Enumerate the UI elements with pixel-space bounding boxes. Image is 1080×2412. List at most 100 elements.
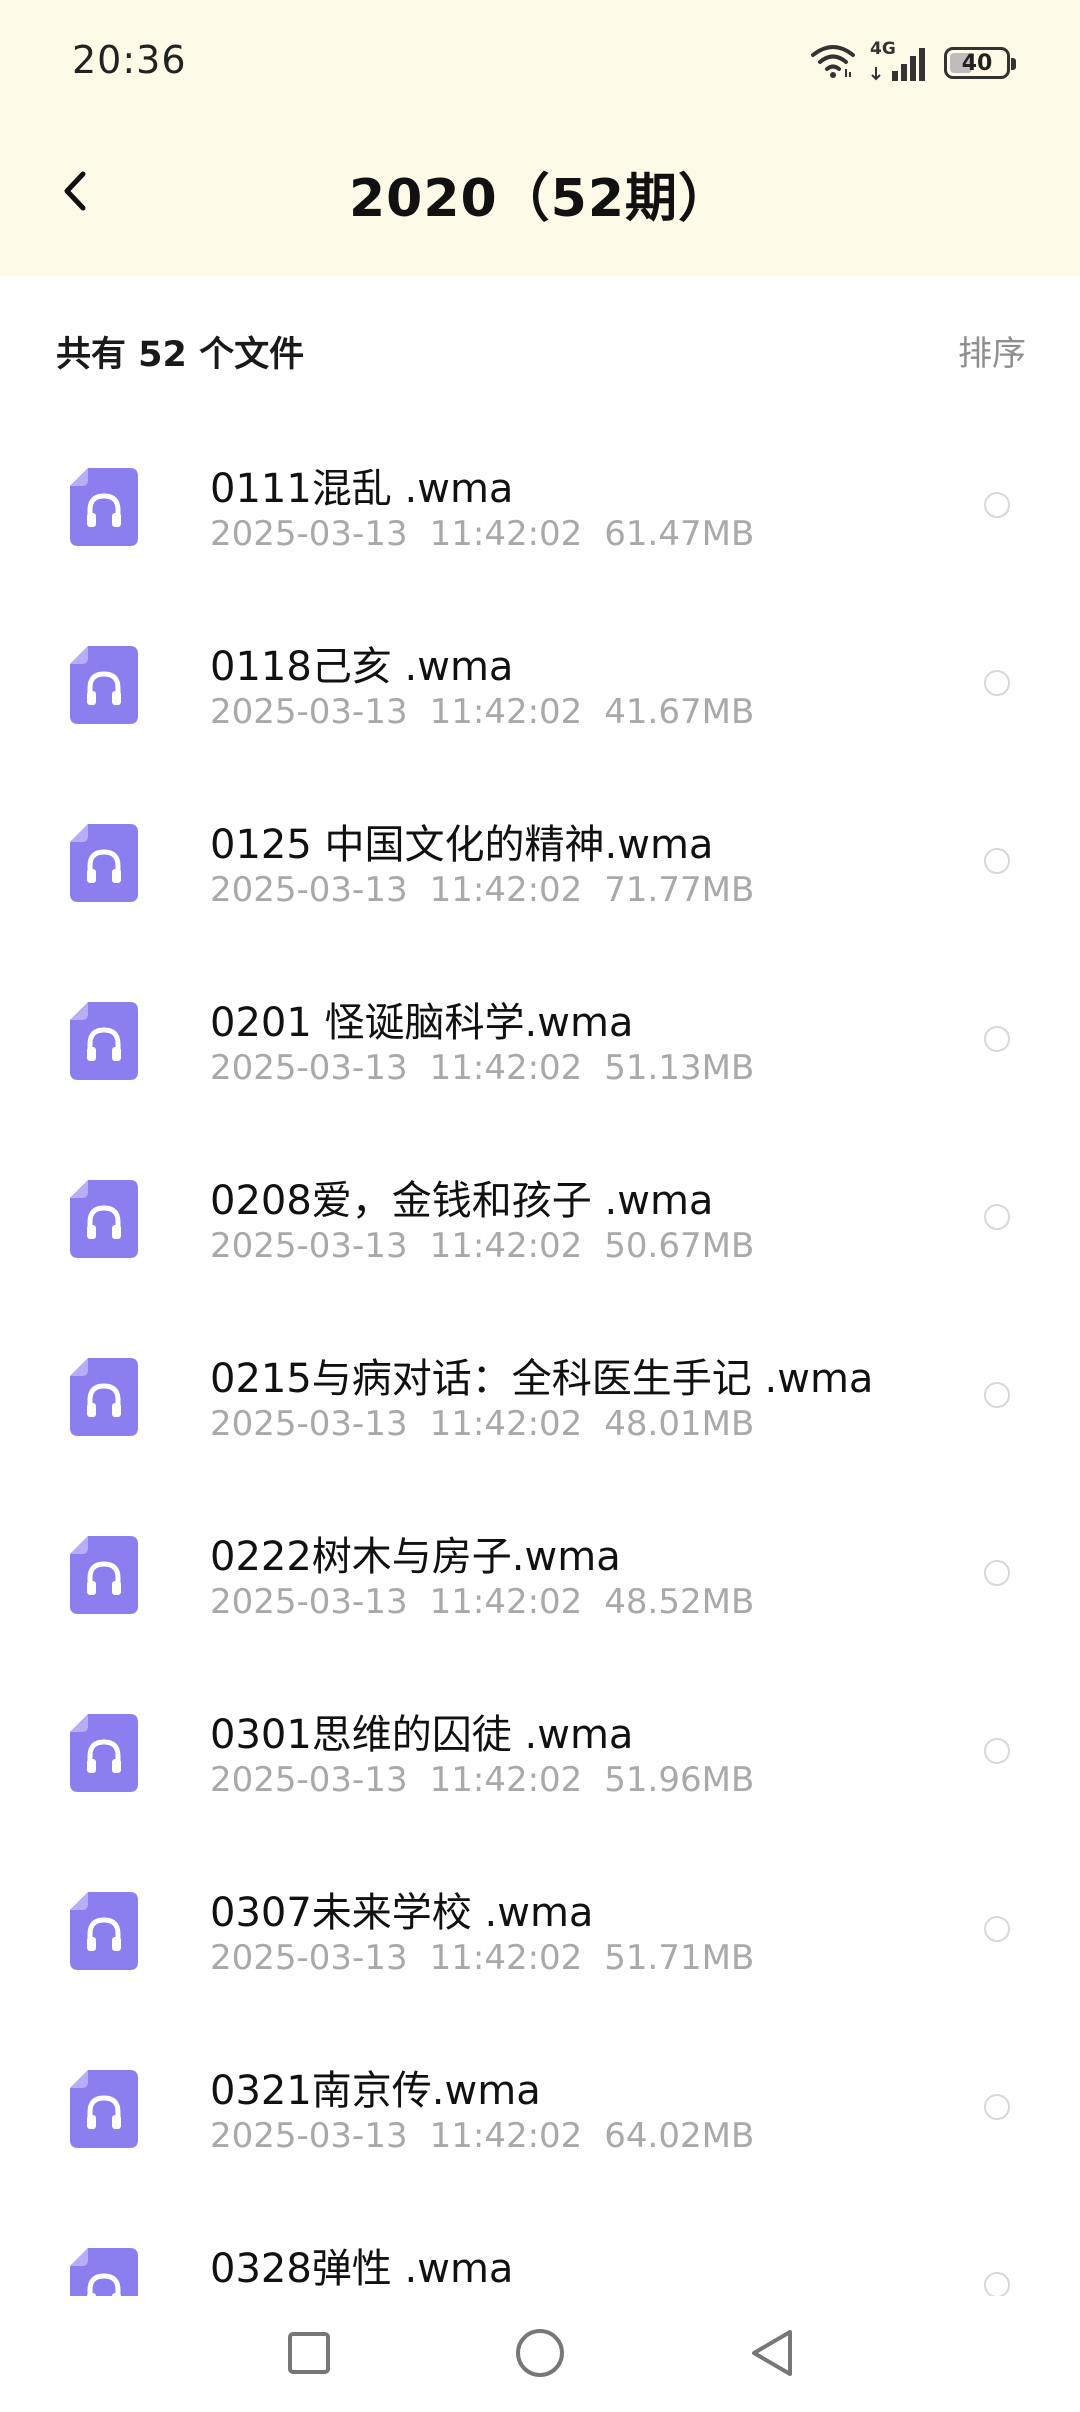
file-meta: 2025-03-13 11:42:02 41.67MB bbox=[210, 692, 754, 732]
select-radio[interactable] bbox=[984, 1738, 1010, 1764]
file-list-item[interactable]: 0111混乱 .wma 2025-03-13 11:42:02 61.47MB bbox=[0, 416, 1080, 594]
file-meta: 2025-03-13 11:42:02 48.52MB bbox=[210, 1582, 754, 1622]
select-radio[interactable] bbox=[984, 1204, 1010, 1230]
file-size: 41.67MB bbox=[604, 692, 755, 732]
file-date: 2025-03-13 bbox=[210, 1404, 408, 1444]
page-title: 2020（52期） bbox=[348, 169, 732, 229]
file-name: 0215与病对话：全科医生手记 .wma bbox=[210, 1356, 874, 1402]
file-time: 11:42:02 bbox=[429, 1582, 583, 1622]
navigation-bar bbox=[0, 2296, 1080, 2412]
title-bar: 2020（52期） bbox=[0, 126, 1080, 256]
file-name: 0208爱，金钱和孩子 .wma bbox=[210, 1178, 714, 1224]
file-list-item[interactable]: 0208爱，金钱和孩子 .wma 2025-03-13 11:42:02 50.67M… bbox=[0, 1128, 1080, 1306]
file-meta: 2025-03-13 11:42:02 51.13MB bbox=[210, 1048, 754, 1088]
file-size: 51.13MB bbox=[604, 1048, 755, 1088]
file-date: 2025-03-13 bbox=[210, 1938, 408, 1978]
status-time: 20:36 bbox=[72, 38, 187, 82]
file-name: 0328弹性 .wma bbox=[210, 2246, 514, 2292]
file-size: 48.01MB bbox=[604, 1404, 755, 1444]
file-list-item[interactable]: 0201 怪诞脑科学.wma 2025-03-13 11:42:02 51.13MB bbox=[0, 950, 1080, 1128]
file-name: 0321南京传.wma bbox=[210, 2068, 541, 2114]
audio-file-icon bbox=[70, 824, 138, 902]
file-date: 2025-03-13 bbox=[210, 692, 408, 732]
circle-icon bbox=[516, 2329, 564, 2377]
file-time: 11:42:02 bbox=[429, 1760, 583, 1800]
wifi-icon bbox=[810, 43, 856, 83]
select-radio[interactable] bbox=[984, 1560, 1010, 1586]
file-time: 11:42:02 bbox=[429, 1226, 583, 1266]
file-name: 0222树木与房子.wma bbox=[210, 1534, 621, 1580]
file-name: 0307未来学校 .wma bbox=[210, 1890, 594, 1936]
recents-button[interactable] bbox=[274, 2318, 344, 2388]
select-radio[interactable] bbox=[984, 1382, 1010, 1408]
summary-row: 共有 52 个文件 排序 bbox=[0, 276, 1080, 416]
file-date: 2025-03-13 bbox=[210, 1760, 408, 1800]
audio-file-icon bbox=[70, 1180, 138, 1258]
file-list-item[interactable]: 0125 中国文化的精神.wma 2025-03-13 11:42:02 71.77M… bbox=[0, 772, 1080, 950]
header-background: 20:36 4G 40 2020（52期） bbox=[0, 0, 1080, 276]
file-date: 2025-03-13 bbox=[210, 1048, 408, 1088]
file-list: 0111混乱 .wma 2025-03-13 11:42:02 61.47MB 0118… bbox=[0, 416, 1080, 2296]
file-time: 11:42:02 bbox=[429, 514, 583, 554]
file-list-item[interactable]: 0118己亥 .wma 2025-03-13 11:42:02 41.67MB bbox=[0, 594, 1080, 772]
audio-file-icon bbox=[70, 1714, 138, 1792]
file-meta: 2025-03-13 11:42:02 64.02MB bbox=[210, 2116, 754, 2156]
audio-file-icon bbox=[70, 646, 138, 724]
audio-file-icon bbox=[70, 468, 138, 546]
audio-file-icon bbox=[70, 1536, 138, 1614]
audio-file-icon bbox=[70, 1002, 138, 1080]
file-meta: 2025-03-13 11:42:02 61.47MB bbox=[210, 514, 754, 554]
select-radio[interactable] bbox=[984, 492, 1010, 518]
file-meta: 2025-03-13 11:42:02 71.77MB bbox=[210, 870, 754, 910]
file-name: 0201 怪诞脑科学.wma bbox=[210, 1000, 634, 1046]
battery-icon: 40 bbox=[944, 47, 1016, 79]
file-count-label: 共有 52 个文件 bbox=[56, 335, 305, 375]
file-size: 51.71MB bbox=[604, 1938, 755, 1978]
file-time: 11:42:02 bbox=[429, 2116, 583, 2156]
file-time: 11:42:02 bbox=[429, 1048, 583, 1088]
select-radio[interactable] bbox=[984, 2094, 1010, 2120]
file-date: 2025-03-13 bbox=[210, 870, 408, 910]
system-back-button[interactable] bbox=[736, 2318, 806, 2388]
battery-percent: 40 bbox=[961, 50, 993, 76]
file-list-item[interactable]: 0321南京传.wma 2025-03-13 11:42:02 64.02MB bbox=[0, 2018, 1080, 2196]
file-list-item[interactable]: 0328弹性 .wma bbox=[0, 2196, 1080, 2296]
status-icons: 4G 40 bbox=[810, 39, 1016, 86]
file-list-item[interactable]: 0307未来学校 .wma 2025-03-13 11:42:02 51.71MB bbox=[0, 1840, 1080, 2018]
file-meta: 2025-03-13 11:42:02 51.96MB bbox=[210, 1760, 754, 1800]
file-list-item[interactable]: 0215与病对话：全科医生手记 .wma 2025-03-13 11:42:02 48… bbox=[0, 1306, 1080, 1484]
select-radio[interactable] bbox=[984, 1026, 1010, 1052]
file-time: 11:42:02 bbox=[429, 870, 583, 910]
status-bar: 20:36 4G 40 bbox=[0, 0, 1080, 126]
audio-file-icon bbox=[70, 2070, 138, 2148]
audio-file-icon bbox=[70, 2248, 138, 2296]
file-date: 2025-03-13 bbox=[210, 1226, 408, 1266]
file-date: 2025-03-13 bbox=[210, 514, 408, 554]
file-time: 11:42:02 bbox=[429, 1404, 583, 1444]
file-list-item[interactable]: 0222树木与房子.wma 2025-03-13 11:42:02 48.52MB bbox=[0, 1484, 1080, 1662]
file-size: 71.77MB bbox=[604, 870, 755, 910]
file-date: 2025-03-13 bbox=[210, 2116, 408, 2156]
file-size: 50.67MB bbox=[604, 1226, 755, 1266]
triangle-back-icon bbox=[752, 2330, 792, 2376]
file-name: 0111混乱 .wma bbox=[210, 466, 514, 512]
square-icon bbox=[288, 2332, 330, 2374]
select-radio[interactable] bbox=[984, 2272, 1010, 2296]
select-radio[interactable] bbox=[984, 670, 1010, 696]
file-size: 64.02MB bbox=[604, 2116, 755, 2156]
select-radio[interactable] bbox=[984, 848, 1010, 874]
home-button[interactable] bbox=[505, 2318, 575, 2388]
file-meta: 2025-03-13 11:42:02 50.67MB bbox=[210, 1226, 754, 1266]
audio-file-icon bbox=[70, 1358, 138, 1436]
file-name: 0118己亥 .wma bbox=[210, 644, 514, 690]
file-meta: 2025-03-13 11:42:02 48.01MB bbox=[210, 1404, 754, 1444]
file-meta: 2025-03-13 11:42:02 51.71MB bbox=[210, 1938, 754, 1978]
select-radio[interactable] bbox=[984, 1916, 1010, 1942]
file-size: 48.52MB bbox=[604, 1582, 755, 1622]
file-name: 0125 中国文化的精神.wma bbox=[210, 822, 714, 868]
file-list-item[interactable]: 0301思维的囚徒 .wma 2025-03-13 11:42:02 51.96MB bbox=[0, 1662, 1080, 1840]
cellular-signal-icon: 4G bbox=[870, 39, 930, 83]
file-time: 11:42:02 bbox=[429, 1938, 583, 1978]
sort-button[interactable]: 排序 bbox=[958, 326, 1026, 375]
file-time: 11:42:02 bbox=[429, 692, 583, 732]
